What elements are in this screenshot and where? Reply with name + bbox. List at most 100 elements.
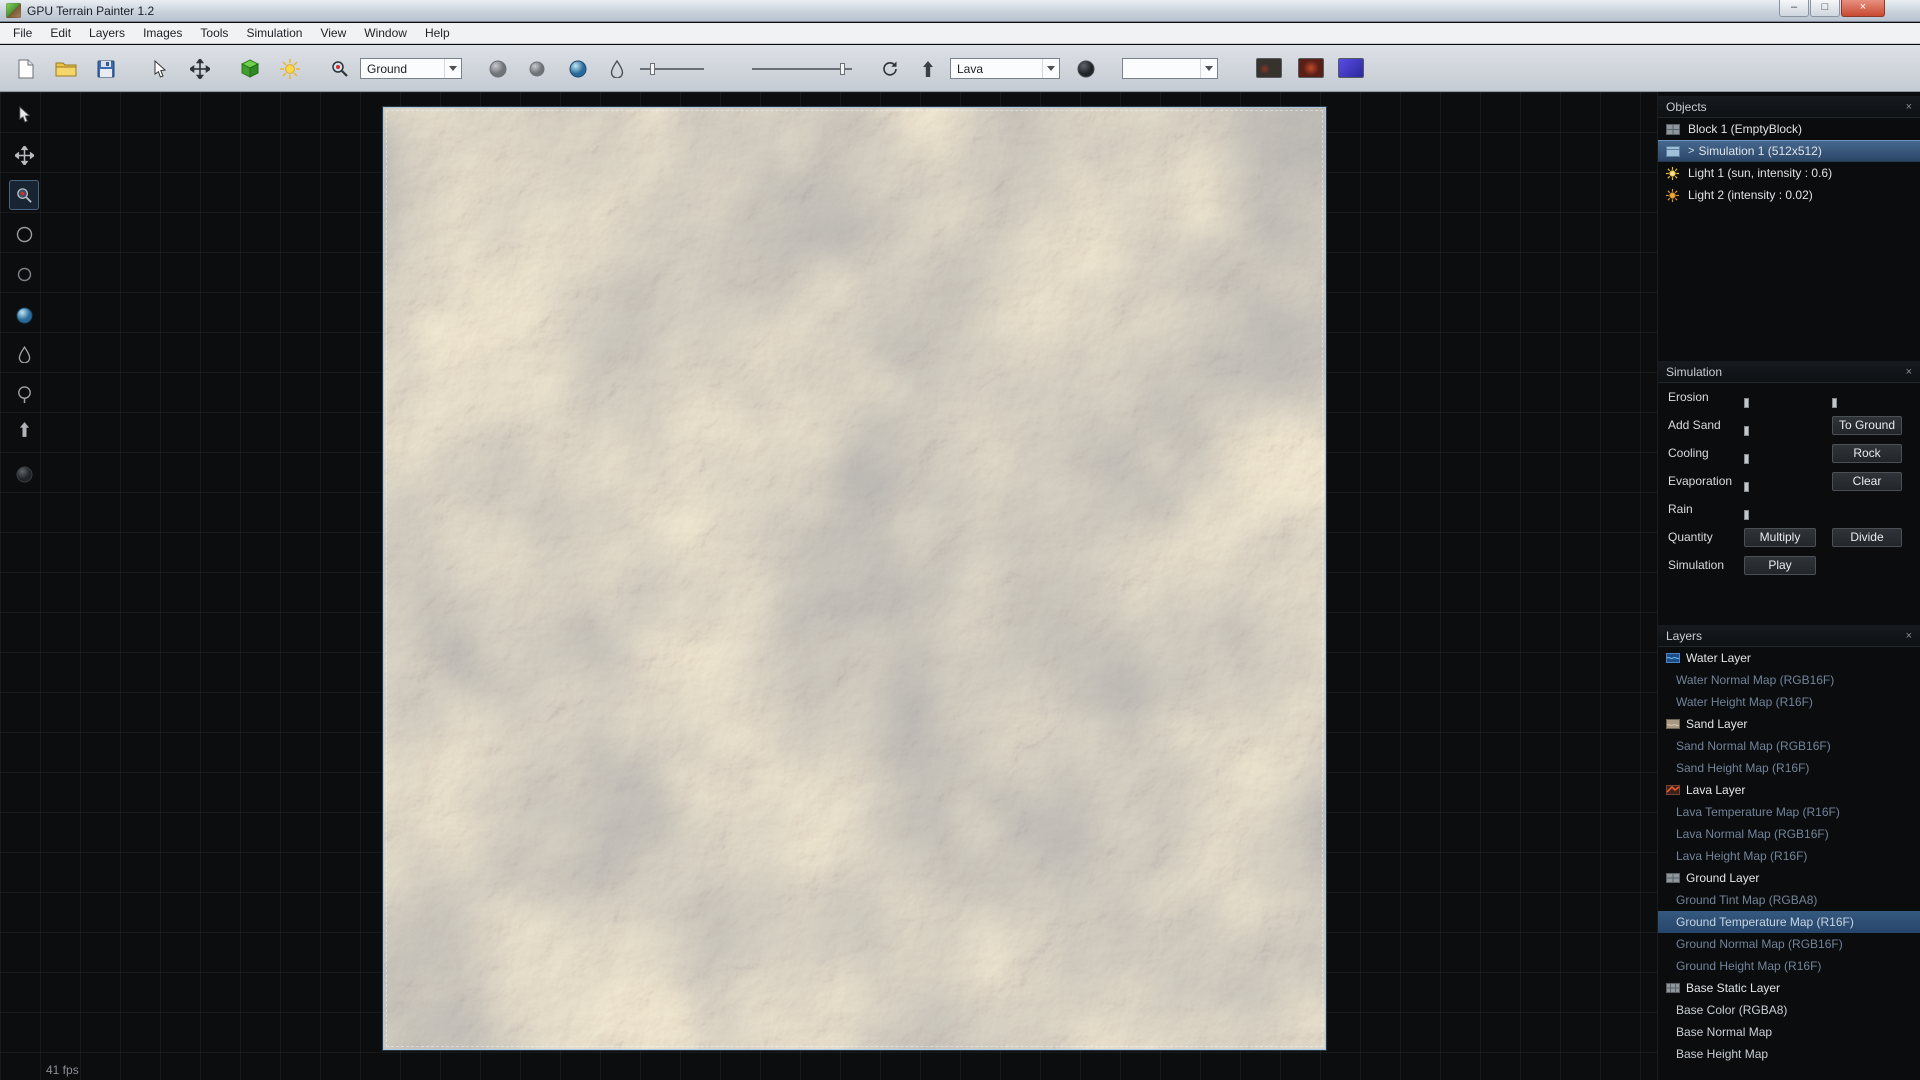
- menu-images[interactable]: Images: [134, 23, 191, 44]
- light-tool-button[interactable]: [276, 55, 304, 83]
- menu-view[interactable]: View: [311, 23, 355, 44]
- terrain-patches: [384, 108, 1325, 1049]
- multiply-button[interactable]: Multiply: [1744, 528, 1816, 547]
- layer-map-row[interactable]: Ground Normal Map (RGB16F): [1658, 933, 1920, 955]
- layer-group-ground[interactable]: Ground Layer: [1658, 867, 1920, 889]
- sim-row-erosion: Erosion: [1658, 383, 1920, 411]
- side-sphere-tool[interactable]: [9, 300, 39, 330]
- cooling-label: Cooling: [1668, 446, 1744, 460]
- layer-map-row[interactable]: Base Color (RGBA8): [1658, 999, 1920, 1021]
- maximize-button[interactable]: □: [1810, 0, 1840, 17]
- save-button[interactable]: [92, 55, 120, 83]
- slider-handle[interactable]: [650, 63, 655, 75]
- menu-simulation[interactable]: Simulation: [237, 23, 311, 44]
- object-label: Simulation 1 (512x512): [1698, 144, 1821, 158]
- menu-tools[interactable]: Tools: [191, 23, 237, 44]
- layer-group-sand[interactable]: Sand Layer: [1658, 713, 1920, 735]
- sand-layer-icon: [1666, 719, 1680, 729]
- side-droplet-tool[interactable]: [9, 339, 39, 369]
- layer-map-row[interactable]: Sand Height Map (R16F): [1658, 757, 1920, 779]
- menu-file[interactable]: File: [4, 23, 41, 44]
- rock-button[interactable]: Rock: [1832, 444, 1902, 463]
- layer-map-row[interactable]: Ground Tint Map (RGBA8): [1658, 889, 1920, 911]
- material-dropdown[interactable]: Lava: [950, 58, 1060, 79]
- dark-sphere-button[interactable]: [1072, 55, 1100, 83]
- side-select-tool[interactable]: [9, 99, 39, 129]
- new-file-button[interactable]: [12, 55, 40, 83]
- window-controls: – □ ×: [1778, 0, 1885, 17]
- soft-brush-icon: [489, 60, 507, 78]
- object-item-light1[interactable]: Light 1 (sun, intensity : 0.6): [1658, 162, 1920, 184]
- texture-swatch-1[interactable]: [1256, 58, 1282, 78]
- slider-handle[interactable]: [840, 63, 845, 75]
- menu-layers[interactable]: Layers: [80, 23, 134, 44]
- layer-group-water[interactable]: Water Layer: [1658, 647, 1920, 669]
- layer-map-row[interactable]: Base Normal Map: [1658, 1021, 1920, 1043]
- side-raise-tool[interactable]: [9, 414, 39, 444]
- layer-map-row-selected[interactable]: Ground Temperature Map (R16F): [1658, 911, 1920, 933]
- chevron-down-icon: [1200, 59, 1217, 78]
- ground-mode-dropdown[interactable]: Ground: [360, 58, 462, 79]
- open-file-button[interactable]: [52, 55, 80, 83]
- move-tool-button[interactable]: [186, 55, 214, 83]
- slider-handle[interactable]: [1744, 510, 1749, 520]
- close-icon[interactable]: ×: [1906, 366, 1912, 378]
- slider-handle[interactable]: [1744, 426, 1749, 436]
- paint-tool-button[interactable]: [326, 55, 354, 83]
- slider-handle[interactable]: [1832, 398, 1837, 408]
- raise-tool-button[interactable]: [914, 55, 942, 83]
- close-icon[interactable]: ×: [1906, 630, 1912, 642]
- extra-dropdown[interactable]: [1122, 58, 1218, 79]
- object-item-light2[interactable]: Light 2 (intensity : 0.02): [1658, 184, 1920, 206]
- viewport[interactable]: 41 fps Objects × Block 1 (EmptyBlock): [0, 92, 1920, 1080]
- layer-group-base-static[interactable]: Base Static Layer: [1658, 977, 1920, 999]
- clear-button[interactable]: Clear: [1832, 472, 1902, 491]
- layer-map-row[interactable]: Lava Temperature Map (R16F): [1658, 801, 1920, 823]
- droplet-tool-button[interactable]: [603, 55, 631, 83]
- object-item-block[interactable]: Block 1 (EmptyBlock): [1658, 118, 1920, 140]
- layer-map-row[interactable]: Lava Height Map (R16F): [1658, 845, 1920, 867]
- brush-hard-button[interactable]: [523, 55, 551, 83]
- to-ground-button[interactable]: To Ground: [1832, 416, 1902, 435]
- divide-button[interactable]: Divide: [1832, 528, 1902, 547]
- brush-size-slider[interactable]: [640, 63, 704, 75]
- side-dark-sphere-tool[interactable]: [9, 459, 39, 489]
- brush-soft-button[interactable]: [484, 55, 512, 83]
- layer-label: Ground Layer: [1686, 871, 1759, 885]
- brush-strength-slider[interactable]: [752, 63, 852, 75]
- texture-swatch-2[interactable]: [1298, 58, 1324, 78]
- layer-map-row[interactable]: Water Height Map (R16F): [1658, 691, 1920, 713]
- close-icon[interactable]: ×: [1906, 101, 1912, 113]
- side-rotate-tool[interactable]: [9, 379, 39, 409]
- terrain-canvas[interactable]: [383, 107, 1326, 1050]
- slider-handle[interactable]: [1744, 454, 1749, 464]
- menu-help[interactable]: Help: [416, 23, 459, 44]
- layer-map-row[interactable]: Base Height Map: [1658, 1043, 1920, 1065]
- minimize-button[interactable]: –: [1779, 0, 1809, 17]
- layer-map-row[interactable]: Water Normal Map (RGB16F): [1658, 669, 1920, 691]
- slider-handle[interactable]: [1744, 482, 1749, 492]
- object-label: Block 1 (EmptyBlock): [1688, 122, 1802, 136]
- play-button[interactable]: Play: [1744, 556, 1816, 575]
- close-button[interactable]: ×: [1841, 0, 1885, 17]
- layer-map-row[interactable]: Ground Height Map (R16F): [1658, 955, 1920, 977]
- slider-handle[interactable]: [1744, 398, 1749, 408]
- texture-swatch-3[interactable]: [1338, 58, 1364, 78]
- layer-group-lava[interactable]: Lava Layer: [1658, 779, 1920, 801]
- layer-label: Base Static Layer: [1686, 981, 1780, 995]
- side-paint-tool[interactable]: [9, 180, 39, 210]
- circle-icon: [17, 267, 32, 282]
- side-move-tool[interactable]: [9, 140, 39, 170]
- expander-icon[interactable]: >: [1688, 145, 1694, 157]
- layer-map-row[interactable]: Lava Normal Map (RGB16F): [1658, 823, 1920, 845]
- menu-window[interactable]: Window: [355, 23, 416, 44]
- select-tool-button[interactable]: [146, 55, 174, 83]
- block-tool-button[interactable]: [236, 55, 264, 83]
- menu-edit[interactable]: Edit: [41, 23, 80, 44]
- side-brush-hard-tool[interactable]: [9, 259, 39, 289]
- sphere-brush-button[interactable]: [564, 55, 592, 83]
- rotate-tool-button[interactable]: [876, 55, 904, 83]
- object-item-simulation[interactable]: > Simulation 1 (512x512): [1658, 140, 1920, 162]
- layer-map-row[interactable]: Sand Normal Map (RGB16F): [1658, 735, 1920, 757]
- side-brush-soft-tool[interactable]: [9, 219, 39, 249]
